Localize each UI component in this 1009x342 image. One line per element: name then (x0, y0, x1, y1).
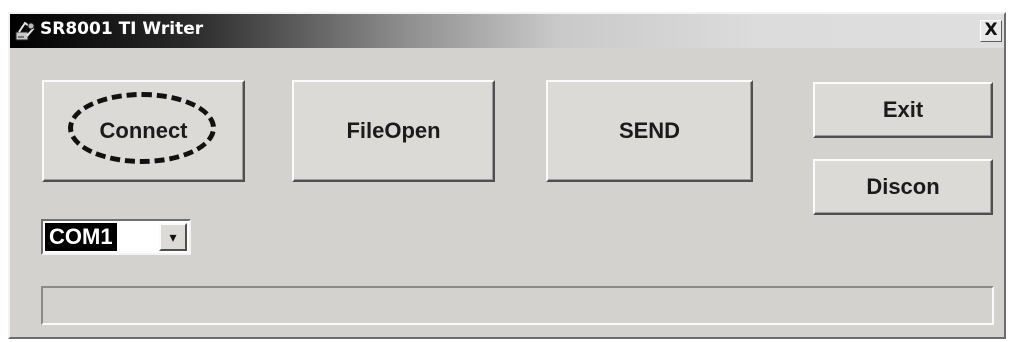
close-icon: X (984, 20, 998, 40)
close-button[interactable]: X (980, 20, 1002, 42)
app-window: SR8001 TI Writer X Connect FileOpen SEND… (8, 12, 1006, 339)
exit-button[interactable]: Exit (813, 82, 993, 138)
fileopen-button[interactable]: FileOpen (292, 80, 495, 182)
discon-button-label: Discon (866, 174, 940, 199)
port-select-value: COM1 (45, 223, 117, 251)
window-title: SR8001 TI Writer (40, 19, 204, 39)
discon-button[interactable]: Discon (813, 159, 993, 215)
dropdown-arrow-button[interactable]: ▾ (159, 223, 187, 251)
fileopen-button-label: FileOpen (346, 118, 441, 143)
send-button[interactable]: SEND (546, 80, 753, 182)
connect-button[interactable]: Connect (42, 80, 245, 182)
exit-button-label: Exit (882, 97, 924, 122)
chevron-down-icon: ▾ (169, 229, 177, 245)
send-button-label: SEND (618, 118, 681, 143)
title-bar[interactable]: SR8001 TI Writer X (10, 14, 1004, 48)
app-icon (15, 21, 35, 41)
progress-bar (41, 286, 994, 325)
connect-button-label: Connect (99, 118, 188, 143)
port-select[interactable]: COM1 ▾ (41, 219, 191, 255)
